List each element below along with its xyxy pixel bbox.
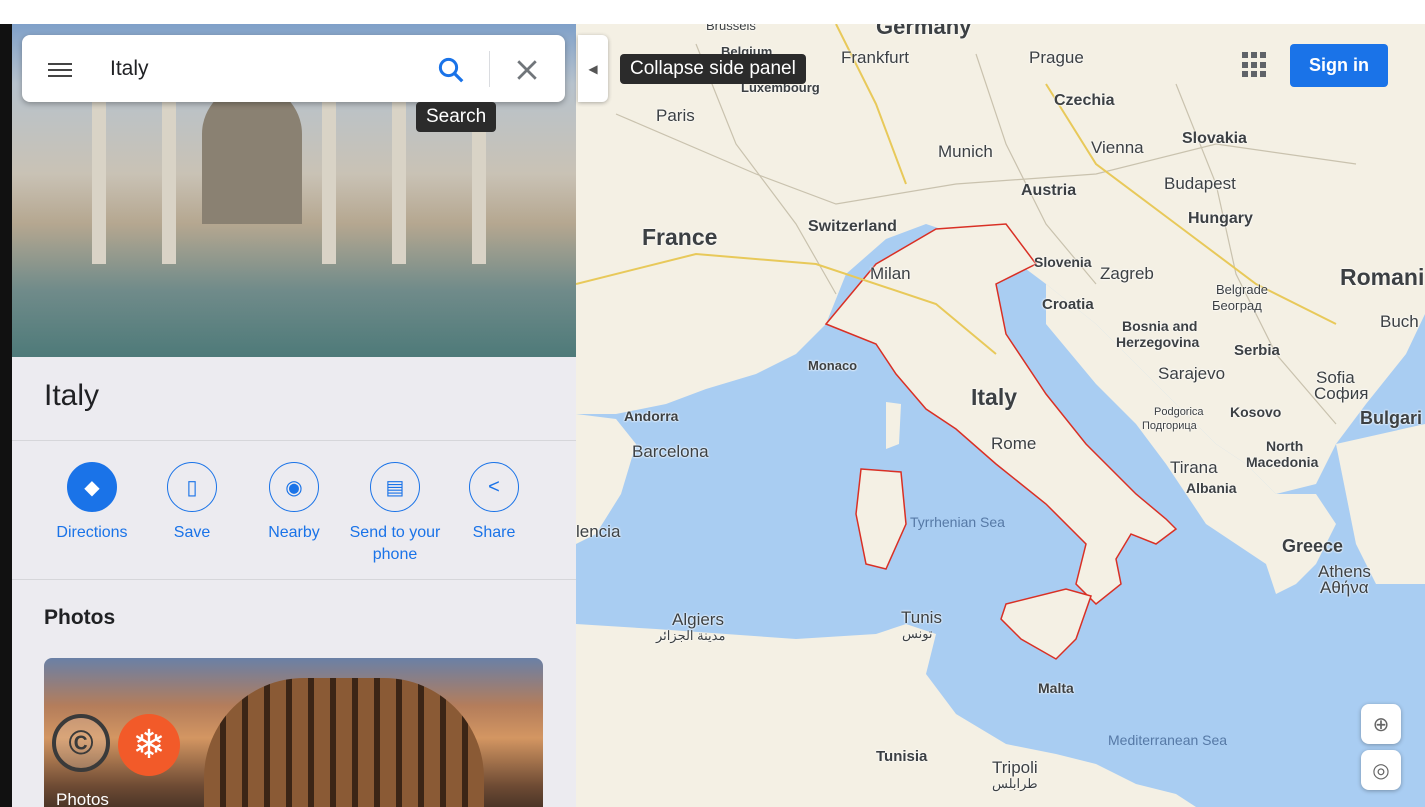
map-label-podgorica-cyr: Подгорица bbox=[1142, 420, 1197, 432]
map-label-prague: Prague bbox=[1029, 48, 1084, 67]
map-label-slovenia: Slovenia bbox=[1034, 254, 1092, 270]
send-to-phone-button[interactable]: ▤ Send to your phone bbox=[342, 462, 448, 566]
map-label-herzegovina: Herzegovina bbox=[1116, 334, 1200, 350]
map-label-czechia: Czechia bbox=[1054, 92, 1115, 109]
close-icon[interactable] bbox=[512, 55, 542, 85]
search-input[interactable] bbox=[110, 53, 410, 85]
map-label-barcelona: Barcelona bbox=[632, 442, 709, 461]
search-divider bbox=[489, 51, 490, 87]
map-label-algiers: Algiers bbox=[672, 610, 724, 629]
map-label-sofia-cyr: София bbox=[1314, 384, 1369, 403]
map-label-mediterranean-sea: Mediterranean Sea bbox=[1108, 732, 1228, 748]
map-label-rome: Rome bbox=[991, 434, 1037, 453]
side-panel: Search Italy ◆ Directions ▯ Save ◉ Nearb… bbox=[12, 24, 576, 807]
my-location-button[interactable]: ◎ bbox=[1361, 750, 1401, 790]
map-label-kosovo: Kosovo bbox=[1230, 404, 1282, 420]
snowflake-icon: ❄ bbox=[118, 714, 180, 776]
map-label-macedonia: Macedonia bbox=[1246, 454, 1319, 470]
map-label-bulgaria: Bulgari bbox=[1360, 408, 1423, 428]
map-label-andorra: Andorra bbox=[624, 408, 679, 424]
search-box bbox=[22, 35, 565, 102]
map-label-athens-gr: Αθήνα bbox=[1320, 578, 1369, 597]
map-label-buch: Buch bbox=[1380, 312, 1419, 331]
map-label-zagreb: Zagreb bbox=[1100, 264, 1154, 283]
bookmark-icon: ▯ bbox=[167, 462, 217, 512]
map-label-tirana: Tirana bbox=[1170, 458, 1218, 477]
map-label-vienna: Vienna bbox=[1091, 138, 1144, 157]
collapse-panel-button[interactable]: ◀ bbox=[578, 35, 608, 102]
map-label-serbia: Serbia bbox=[1234, 342, 1280, 359]
map-label-slovakia: Slovakia bbox=[1182, 130, 1247, 147]
map-label-tunisia: Tunisia bbox=[876, 748, 928, 765]
directions-label: Directions bbox=[56, 524, 128, 541]
menu-icon[interactable] bbox=[48, 59, 72, 79]
send-to-phone-label: Send to your phone bbox=[349, 524, 441, 563]
search-tooltip: Search bbox=[416, 102, 497, 132]
map-label-milan: Milan bbox=[870, 264, 911, 283]
map-label-tripoli: Tripoli bbox=[992, 758, 1038, 777]
nearby-button[interactable]: ◉ Nearby bbox=[242, 462, 346, 544]
map-label-austria: Austria bbox=[1021, 182, 1077, 199]
map-label-algiers-ar: مدينة الجزائر bbox=[656, 628, 726, 643]
window-top-strip bbox=[0, 0, 1425, 24]
divider bbox=[12, 440, 576, 441]
copyright-icon: © bbox=[52, 714, 110, 772]
map-label-malta: Malta bbox=[1038, 680, 1074, 696]
search-icon[interactable] bbox=[436, 55, 466, 85]
map-canvas[interactable]: Germany Brussels Belgium Luxembourg Fran… bbox=[576, 24, 1425, 807]
map-label-tripoli-ar: طرابلس bbox=[992, 776, 1038, 791]
map-label-greece: Greece bbox=[1282, 536, 1344, 556]
directions-button[interactable]: ◆ Directions bbox=[40, 462, 144, 544]
map-label-italy: Italy bbox=[971, 384, 1018, 410]
nearby-label: Nearby bbox=[268, 524, 320, 541]
map-label-paris: Paris bbox=[656, 106, 695, 125]
map-label-belgrade: Belgrade bbox=[1216, 282, 1269, 297]
photo-card-label: Photos bbox=[56, 790, 109, 807]
map-label-podgorica: Podgorica bbox=[1154, 406, 1204, 418]
map-label-france: France bbox=[642, 224, 718, 250]
globe-view-button[interactable]: ⊕ bbox=[1361, 704, 1401, 744]
map-label-hungary: Hungary bbox=[1188, 210, 1253, 227]
map-label-albania: Albania bbox=[1186, 480, 1237, 496]
globe-icon: ⊕ bbox=[1372, 713, 1390, 736]
map-label-croatia: Croatia bbox=[1042, 296, 1094, 313]
map-label-romania: Romani bbox=[1340, 264, 1425, 290]
nearby-icon: ◉ bbox=[269, 462, 319, 512]
send-to-phone-icon: ▤ bbox=[370, 462, 420, 512]
map-label-belgrade-cyr: Београд bbox=[1212, 298, 1262, 313]
directions-icon: ◆ bbox=[67, 462, 117, 512]
apps-grid-icon[interactable] bbox=[1242, 52, 1268, 78]
photo-card[interactable]: © ❄ Photos bbox=[44, 658, 543, 807]
map-label-monaco: Monaco bbox=[808, 358, 858, 373]
map-label-tunis: Tunis bbox=[901, 608, 942, 627]
map-geography bbox=[576, 24, 1425, 807]
map-label-bosnia: Bosnia and bbox=[1122, 318, 1198, 334]
sign-in-button[interactable]: Sign in bbox=[1290, 44, 1388, 87]
collapse-tooltip: Collapse side panel bbox=[620, 54, 806, 84]
share-icon: < bbox=[469, 462, 519, 512]
map-label-budapest: Budapest bbox=[1164, 174, 1236, 193]
share-label: Share bbox=[472, 524, 516, 541]
map-label-north: North bbox=[1266, 438, 1304, 454]
maps-app: Germany Brussels Belgium Luxembourg Fran… bbox=[12, 24, 1425, 807]
map-label-germany: Germany bbox=[876, 24, 972, 39]
map-label-tunis-ar: تونس bbox=[902, 626, 933, 641]
photos-heading: Photos bbox=[44, 606, 116, 629]
map-label-brussels: Brussels bbox=[706, 24, 756, 33]
map-label-valencia: lencia bbox=[576, 522, 621, 541]
chevron-left-icon: ◀ bbox=[588, 61, 598, 76]
map-label-sarajevo: Sarajevo bbox=[1158, 364, 1226, 383]
divider bbox=[12, 579, 576, 580]
map-label-munich: Munich bbox=[938, 142, 993, 161]
save-label: Save bbox=[173, 524, 211, 541]
share-button[interactable]: < Share bbox=[442, 462, 546, 544]
map-label-frankfurt: Frankfurt bbox=[841, 48, 910, 67]
save-button[interactable]: ▯ Save bbox=[140, 462, 244, 544]
map-label-switzerland: Switzerland bbox=[808, 218, 897, 235]
map-label-tyrrhenian-sea: Tyrrhenian Sea bbox=[910, 514, 1005, 530]
place-title: Italy bbox=[44, 379, 100, 412]
my-location-icon: ◎ bbox=[1372, 759, 1390, 782]
